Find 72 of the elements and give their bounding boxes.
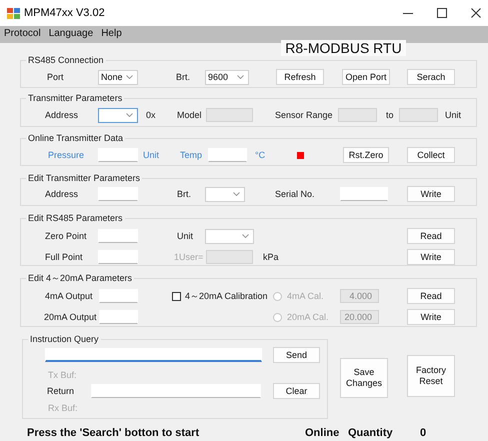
group-title: Edit 4～20mA Parameters [26,273,134,284]
dropdown-value: None [101,72,124,82]
field-label: Pressure [48,150,86,160]
protocol-banner: R8-MODBUS RTU [281,40,406,56]
quantity-label: Quantity [348,427,394,439]
button[interactable]: Save Changes [340,358,388,398]
field-label: Temp [180,150,204,160]
quantity-value: 0 [420,427,426,439]
button[interactable]: Write [407,249,455,265]
button[interactable]: Clear [273,383,320,399]
field-label: Brt. [176,72,192,82]
field-label: 20mA Output [44,312,98,322]
app-icon [7,8,20,18]
field-label: °C [255,150,266,160]
chevron-down-icon [233,192,240,196]
button[interactable]: Write [407,186,455,202]
field-label: Zero Point [45,231,88,241]
field-label: Serial No. [275,189,316,199]
field-label: Unit [177,231,194,241]
field-label: Unit [445,110,462,120]
field-label: Full Point [45,252,84,262]
field-label: Address [45,189,80,199]
menu-item[interactable]: Language [44,28,98,41]
chevron-down-icon [126,75,133,79]
menu-item[interactable]: Protocol [0,28,45,41]
button[interactable]: Collect [407,147,455,163]
radio-label: 4mA Cal. [287,291,324,301]
online-label: Online [305,427,340,439]
field-label: Model [177,110,203,120]
field-label: 1User= [174,252,204,262]
button[interactable]: Read [407,288,455,304]
field-label: Return [47,386,76,396]
dropdown[interactable]: 9600 [205,70,249,84]
button[interactable]: Open Port [342,69,390,85]
field-label: Sensor Range [275,110,334,120]
field-label: Rx Buf: [48,403,79,413]
group-title: Edit Transmitter Parameters [26,173,142,184]
button[interactable]: Send [273,347,320,363]
field-label: kPa [263,252,280,262]
dropdown[interactable] [205,186,245,202]
button[interactable]: Refresh [276,69,324,85]
field-label: 4mA Output [45,291,94,301]
field-label: Tx Buf: [48,370,78,380]
group-title: Edit RS485 Parameters [26,213,125,224]
field-label: Address [45,110,80,120]
dropdown-value: 9600 [208,72,230,82]
field-label: 0x [146,110,157,120]
field-label: Unit [143,150,160,160]
field-label: Port [47,72,65,82]
checkbox[interactable] [172,292,181,300]
field-label: Brt. [177,189,192,199]
field-label: to [386,110,395,120]
button[interactable]: Read [407,228,455,244]
radio-label: 20mA Cal. [287,312,329,322]
status-message: Press the 'Search' botton to start [27,427,200,439]
chevron-down-icon [237,75,244,79]
menu-item[interactable]: Help [97,28,126,41]
dropdown[interactable] [98,108,138,122]
dropdown[interactable]: None [98,70,138,84]
window-title: MPM47xx V3.02 [24,7,105,19]
group-title: Instruction Query [28,334,101,345]
chevron-down-icon [126,113,133,117]
button[interactable]: Write [407,309,455,325]
button[interactable]: Rst.Zero [343,147,389,163]
dropdown[interactable] [205,228,254,244]
chevron-down-icon [242,234,249,238]
group-title: RS485 Connection [26,55,106,66]
group-title: Online Transmitter Data [26,133,126,144]
checkbox-label: 4～20mA Calibration [185,290,268,302]
group-title: Transmitter Parameters [26,93,124,104]
button[interactable]: Serach [407,69,455,85]
button[interactable]: Factory Reset [407,355,455,397]
